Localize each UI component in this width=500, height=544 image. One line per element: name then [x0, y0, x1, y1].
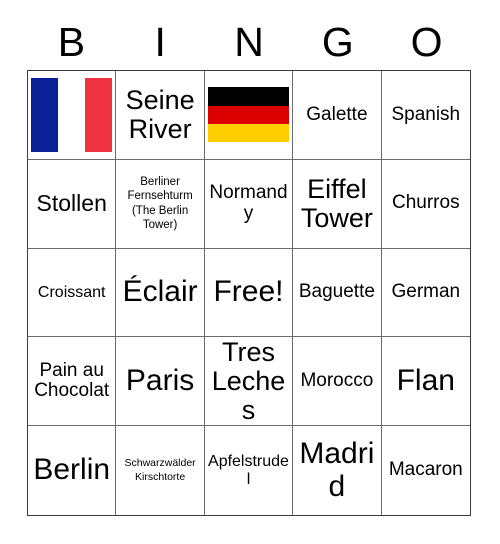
france-flag-band-0: [31, 77, 59, 152]
bingo-cell-tres-leches[interactable]: Tres Leches: [204, 337, 294, 427]
bingo-cell-apfelstrudel[interactable]: Apfelstrudel: [204, 426, 294, 515]
germany-flag-icon: [207, 87, 290, 143]
bingo-cell-galette[interactable]: Galette: [293, 71, 382, 160]
bingo-cell-label: Croissant: [37, 283, 106, 301]
bingo-cell-berlin[interactable]: Berlin: [28, 426, 117, 515]
bingo-cell-label: Madrid: [299, 437, 375, 503]
bingo-cell-label: Apfelstrudel: [208, 453, 289, 488]
bingo-header-letter-o: O: [410, 18, 443, 65]
germany-flag-band-2: [207, 124, 290, 143]
bingo-cell-croissant[interactable]: Croissant: [28, 248, 117, 338]
bingo-cell-label: Pain au Chocolat: [34, 359, 110, 402]
bingo-cell-label: Normandy: [209, 182, 288, 224]
bingo-cell-spanish[interactable]: Spanish: [381, 71, 470, 160]
bingo-cell-madrid[interactable]: Madrid: [293, 426, 382, 515]
bingo-cell-schwarzw-lder-kirschtorte[interactable]: Schwarzwälder Kirschtorte: [116, 426, 205, 515]
bingo-cell-eiffel-tower[interactable]: Eiffel Tower: [293, 159, 382, 249]
bingo-card: B I N G O Seine River Galette Spanish Stollen Be…: [0, 0, 500, 544]
bingo-cell-label: Macaron: [388, 459, 463, 481]
bingo-header: BINGO: [27, 14, 471, 70]
bingo-cell-paris[interactable]: Paris: [116, 337, 205, 427]
bingo-cell-stollen[interactable]: Stollen: [28, 159, 117, 249]
bingo-cell-clair[interactable]: Éclair: [116, 248, 205, 338]
bingo-grid: Seine River Galette Spanish Stollen Berliner…: [27, 70, 471, 516]
bingo-cell-seine-river[interactable]: Seine River: [116, 71, 205, 160]
bingo-cell-morocco[interactable]: Morocco: [293, 337, 382, 427]
bingo-cell-germany-flag[interactable]: [204, 71, 294, 160]
bingo-cell-berliner-fernsehturm-the-berlin-tower[interactable]: Berliner Fernsehturm (The Berlin Tower): [116, 159, 205, 249]
france-flag-icon: [31, 77, 113, 152]
germany-flag-band-0: [207, 87, 290, 106]
bingo-cell-label: Churros: [392, 192, 460, 214]
bingo-cell-label: Spanish: [391, 103, 461, 125]
bingo-cell-label: Flan: [396, 364, 455, 398]
bingo-cell-france-flag[interactable]: [28, 71, 117, 160]
bingo-cell-label: Galette: [306, 103, 368, 125]
bingo-cell-label: Seine River: [125, 84, 195, 144]
bingo-cell-label: Stollen: [36, 190, 107, 217]
bingo-cell-label: Morocco: [300, 370, 374, 392]
bingo-cell-label: Schwarzwälder Kirschtorte: [124, 456, 196, 483]
france-flag-band-1: [58, 77, 86, 152]
bingo-header-letter-n: N: [234, 18, 264, 65]
bingo-cell-label: Tres Leches: [211, 337, 286, 425]
bingo-header-letter-b: B: [57, 18, 86, 65]
bingo-cell-label: Berlin: [33, 453, 111, 487]
bingo-cell-normandy[interactable]: Normandy: [204, 159, 294, 249]
bingo-header-letter-g: G: [321, 18, 354, 65]
bingo-cell-churros[interactable]: Churros: [381, 159, 470, 249]
bingo-cell-label: Eiffel Tower: [300, 173, 373, 233]
bingo-cell-free[interactable]: Free!: [204, 248, 294, 338]
bingo-cell-label: Baguette: [298, 281, 375, 303]
bingo-cell-flan[interactable]: Flan: [381, 337, 470, 427]
bingo-cell-label: Berliner Fernsehturm (The Berlin Tower): [127, 175, 193, 232]
bingo-cell-macaron[interactable]: Macaron: [381, 426, 470, 515]
bingo-header-letter-i: I: [154, 18, 166, 65]
france-flag-band-2: [85, 77, 113, 152]
bingo-cell-label: German: [391, 281, 461, 303]
bingo-cell-baguette[interactable]: Baguette: [293, 248, 382, 338]
bingo-cell-pain-au-chocolat[interactable]: Pain au Chocolat: [28, 337, 117, 427]
bingo-cell-german[interactable]: German: [381, 248, 470, 338]
bingo-cell-label: Paris: [125, 364, 195, 398]
bingo-cell-label: Free!: [213, 275, 284, 309]
bingo-cell-label: Éclair: [122, 275, 198, 309]
germany-flag-band-1: [207, 105, 290, 125]
